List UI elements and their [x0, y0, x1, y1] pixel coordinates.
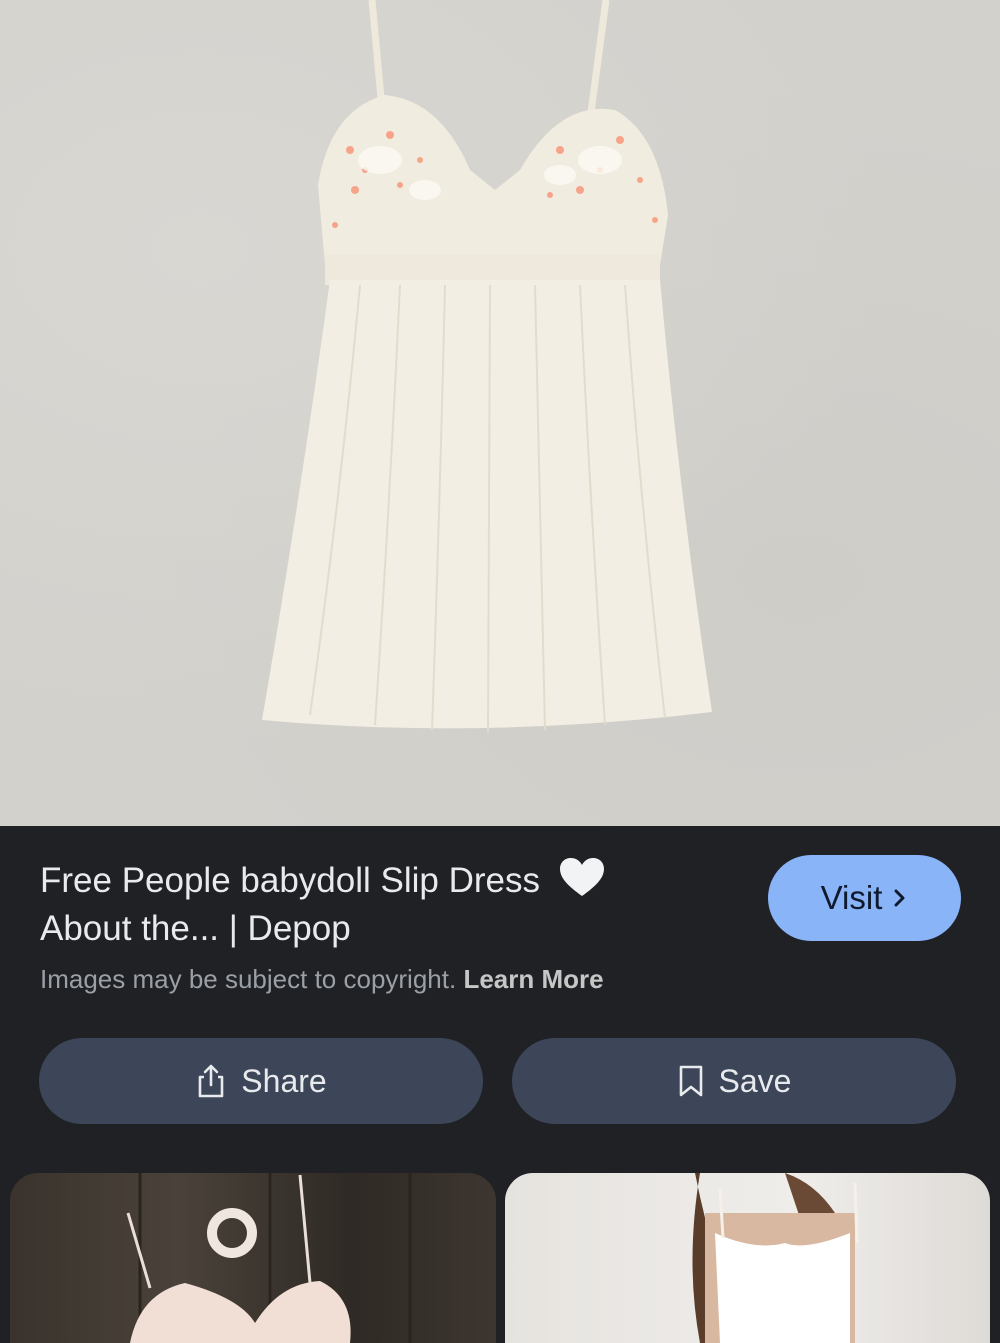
related-dress-photo-2 — [692, 1173, 859, 1343]
save-button-label: Save — [718, 1062, 792, 1099]
chevron-right-icon — [894, 889, 905, 907]
copyright-text: Images may be subject to copyright. — [40, 964, 457, 994]
copyright-notice: Images may be subject to copyright. Lear… — [40, 964, 604, 995]
related-image-1[interactable] — [10, 1173, 496, 1343]
result-info-panel: Free People babydoll Slip Dress About th… — [0, 826, 1000, 1343]
result-title-line2: About the... | Depop — [40, 909, 351, 948]
related-image-2[interactable] — [505, 1173, 990, 1343]
result-title[interactable]: Free People babydoll Slip Dress About th… — [40, 856, 680, 953]
share-button-label: Share — [241, 1062, 327, 1099]
white-heart-icon — [559, 858, 604, 896]
bookmark-icon — [679, 1065, 702, 1097]
share-button[interactable]: Share — [39, 1038, 483, 1124]
main-image[interactable] — [0, 0, 1000, 826]
related-dress-photo-1 — [126, 1173, 412, 1343]
dress-photo — [262, 0, 712, 733]
result-title-line1: Free People babydoll Slip Dress — [40, 861, 540, 900]
save-button[interactable]: Save — [512, 1038, 956, 1124]
visit-button[interactable]: Visit — [768, 855, 961, 941]
learn-more-link[interactable]: Learn More — [463, 964, 603, 994]
share-icon — [198, 1064, 224, 1098]
visit-button-label: Visit — [820, 879, 883, 916]
